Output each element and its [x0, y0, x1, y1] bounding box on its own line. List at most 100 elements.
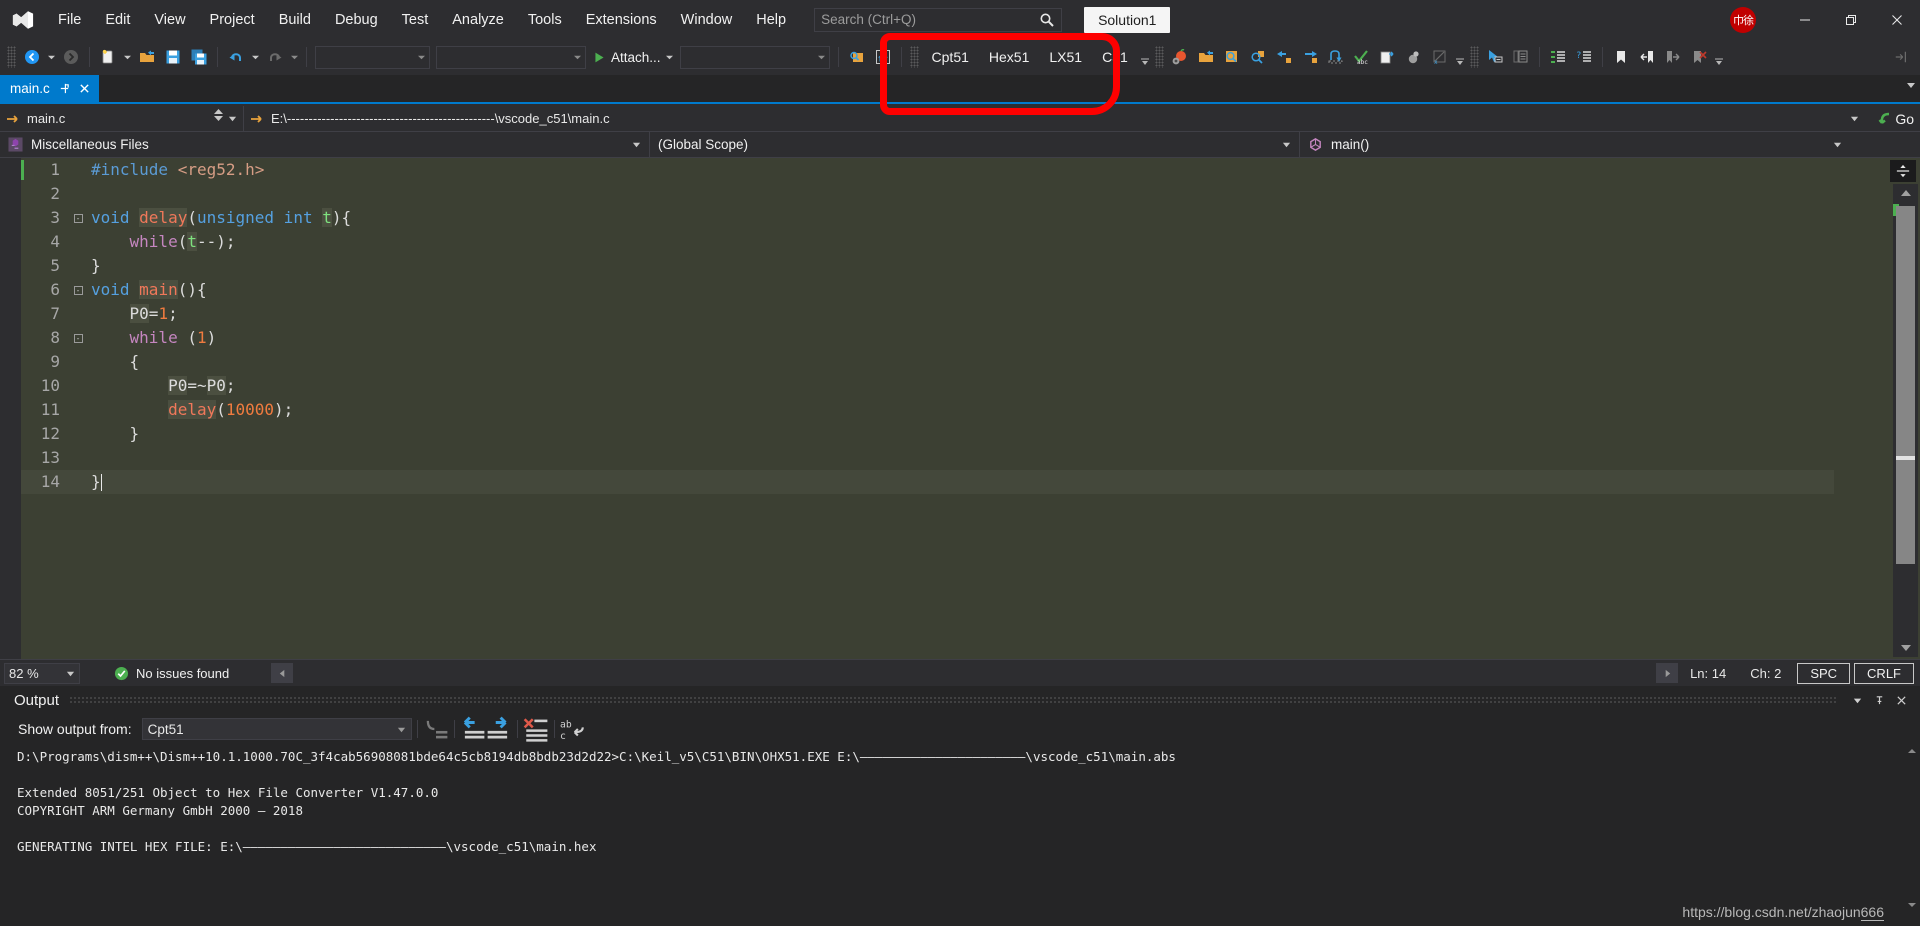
- redo-icon[interactable]: [262, 44, 288, 70]
- scroll-down-icon[interactable]: [1904, 898, 1920, 912]
- step-out-left-icon[interactable]: [1271, 44, 1297, 70]
- toolbar-options-icon[interactable]: [1894, 44, 1920, 70]
- open-folder-icon[interactable]: [1193, 44, 1219, 70]
- code-line[interactable]: 8- while (1): [21, 326, 1834, 350]
- spell-check-icon[interactable]: abc: [1349, 44, 1375, 70]
- go-to-message-icon[interactable]: [423, 716, 449, 742]
- toolbar-overflow-icon[interactable]: [1453, 44, 1467, 70]
- scroll-up-icon[interactable]: [1893, 184, 1918, 202]
- menu-item-tools[interactable]: Tools: [516, 0, 574, 39]
- code-line[interactable]: 1 #include <reg52.h>: [21, 158, 1834, 182]
- toolbar-grip[interactable]: [7, 46, 16, 68]
- line-ending-status[interactable]: CRLF: [1854, 662, 1914, 684]
- expression-icon[interactable]: x: [1427, 44, 1453, 70]
- code-line[interactable]: 7 P0=1;: [21, 302, 1834, 326]
- toolbar-hex51-button[interactable]: Hex51: [979, 44, 1039, 70]
- toolbar-overflow-icon[interactable]: [1712, 44, 1726, 70]
- find-in-files-icon[interactable]: [844, 44, 870, 70]
- find-next-icon[interactable]: [486, 716, 512, 742]
- find-previous-icon[interactable]: [460, 716, 486, 742]
- clear-bookmarks-icon[interactable]: [1686, 44, 1712, 70]
- nav-next-icon[interactable]: [1656, 663, 1679, 683]
- scroll-up-icon[interactable]: [1904, 744, 1920, 758]
- debug-target-combo[interactable]: [679, 45, 830, 69]
- toggle-word-wrap-icon[interactable]: ab c: [560, 716, 586, 742]
- output-source-combo[interactable]: Cpt51: [141, 718, 412, 740]
- save-all-icon[interactable]: [186, 44, 212, 70]
- code-line[interactable]: 3- void delay(unsigned int t){: [21, 206, 1834, 230]
- pin-icon[interactable]: [59, 83, 70, 94]
- new-project-dropdown-icon[interactable]: [121, 44, 134, 70]
- vertical-scrollbar[interactable]: [1893, 184, 1918, 657]
- chevron-down-icon[interactable]: [1282, 140, 1291, 149]
- next-bookmark-icon[interactable]: [1660, 44, 1686, 70]
- solution-configuration-combo[interactable]: [315, 45, 430, 69]
- select-tool-icon[interactable]: [1482, 44, 1508, 70]
- pin-icon[interactable]: [1868, 689, 1890, 711]
- solution-name-chip[interactable]: Solution1: [1084, 6, 1171, 33]
- scope-selector[interactable]: (Global Scope): [650, 131, 1300, 158]
- code-line[interactable]: 4 while(t--);: [21, 230, 1834, 254]
- open-file-icon[interactable]: [134, 44, 160, 70]
- issues-indicator[interactable]: No issues found: [114, 666, 229, 681]
- chevron-down-icon[interactable]: [632, 140, 641, 149]
- code-line[interactable]: 11 delay(10000);: [21, 398, 1834, 422]
- indentation-status[interactable]: SPC: [1797, 662, 1851, 684]
- panel-drag-grip[interactable]: [69, 696, 1836, 704]
- menu-item-edit[interactable]: Edit: [93, 0, 142, 39]
- attach-button[interactable]: Attach...: [589, 44, 677, 70]
- restore-icon[interactable]: [1828, 0, 1874, 39]
- tab-list-dropdown-icon[interactable]: [1906, 80, 1916, 90]
- output-vertical-scrollbar[interactable]: [1904, 744, 1920, 926]
- toolbar-c51-button[interactable]: C51: [1092, 44, 1138, 70]
- quick-launch-search[interactable]: [814, 7, 1063, 32]
- menu-item-help[interactable]: Help: [744, 0, 798, 39]
- code-line[interactable]: 12 }: [21, 422, 1834, 446]
- toggle-bookmark-icon[interactable]: [1608, 44, 1634, 70]
- navigate-back-dropdown-icon[interactable]: [45, 44, 58, 70]
- toolbar-cpt51-button[interactable]: Cpt51: [922, 44, 979, 70]
- close-icon[interactable]: [79, 83, 90, 94]
- undo-icon[interactable]: [223, 44, 249, 70]
- navigate-back-icon[interactable]: [19, 44, 45, 70]
- redo-dropdown-icon[interactable]: [288, 44, 301, 70]
- chevron-down-icon[interactable]: [1846, 689, 1868, 711]
- uncomment-lines-icon[interactable]: ?: [1571, 44, 1597, 70]
- output-text[interactable]: D:\Programs\dism++\Dism++10.1.1000.70C_3…: [0, 744, 1920, 926]
- minimize-icon[interactable]: [1782, 0, 1828, 39]
- nav-prev-icon[interactable]: [271, 663, 294, 683]
- code-line[interactable]: 13: [21, 446, 1834, 470]
- home-icon[interactable]: [870, 44, 896, 70]
- breakpoint-icon[interactable]: [1401, 44, 1427, 70]
- new-window-icon[interactable]: [1375, 44, 1401, 70]
- comment-lines-icon[interactable]: [1545, 44, 1571, 70]
- fold-toggle-icon[interactable]: -: [69, 333, 87, 343]
- code-line[interactable]: 10 P0=~P0;: [21, 374, 1834, 398]
- toolbar-grip[interactable]: [1154, 46, 1164, 68]
- toolbar-lx51-button[interactable]: LX51: [1039, 44, 1092, 70]
- code-editor[interactable]: 1 #include <reg52.h> 2 3- void delay(unsigne…: [0, 158, 1920, 659]
- code-line[interactable]: 14}: [21, 470, 1834, 494]
- search-input[interactable]: [821, 12, 1040, 27]
- chevron-down-icon[interactable]: [1833, 140, 1842, 149]
- toolbar-overflow-icon[interactable]: [1138, 44, 1152, 70]
- split-view-icon[interactable]: [1890, 160, 1916, 182]
- code-line[interactable]: 6- void main(){: [21, 278, 1834, 302]
- go-button[interactable]: Go: [1878, 111, 1914, 127]
- solution-platform-combo[interactable]: [436, 45, 586, 69]
- previous-bookmark-icon[interactable]: [1634, 44, 1660, 70]
- scrollbar-thumb[interactable]: [1896, 206, 1915, 564]
- code-line[interactable]: 2: [21, 182, 1834, 206]
- fold-toggle-icon[interactable]: -: [69, 285, 87, 295]
- zoom-level-combo[interactable]: 82 %: [4, 662, 80, 684]
- code-line[interactable]: 9 {: [21, 350, 1834, 374]
- menu-item-view[interactable]: View: [142, 0, 197, 39]
- undo-dropdown-icon[interactable]: [249, 44, 262, 70]
- user-avatar[interactable]: 巾徐: [1730, 6, 1756, 33]
- chevron-down-icon[interactable]: [228, 114, 237, 123]
- close-icon[interactable]: [1890, 689, 1912, 711]
- file-spinner-buttons[interactable]: [214, 108, 223, 121]
- zoom-in-window-icon[interactable]: [1219, 44, 1245, 70]
- file-selector-combo[interactable]: main.c: [0, 105, 244, 132]
- zoom-out-window-icon[interactable]: [1245, 44, 1271, 70]
